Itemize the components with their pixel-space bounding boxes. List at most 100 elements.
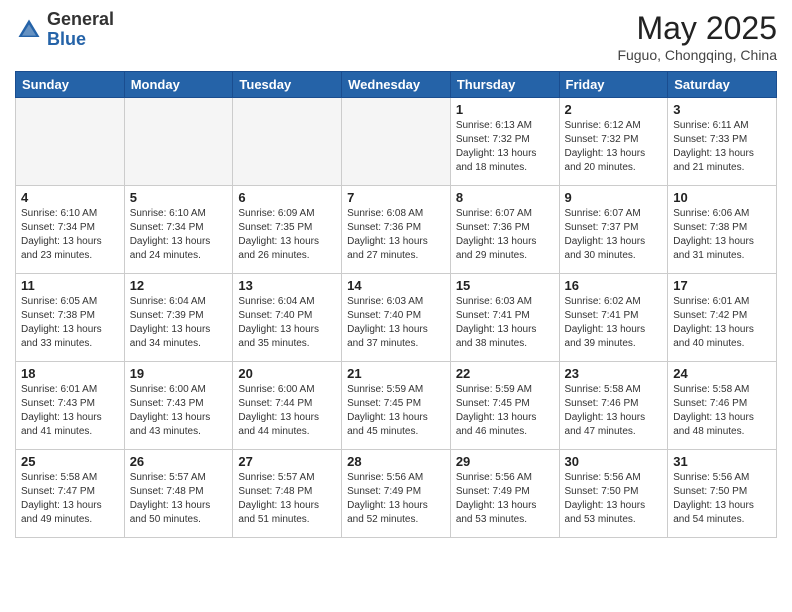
day-number: 23 <box>565 366 663 381</box>
day-cell: 30 Sunrise: 5:56 AMSunset: 7:50 PMDayligh… <box>559 450 668 538</box>
day-number: 12 <box>130 278 228 293</box>
logo-icon <box>15 16 43 44</box>
day-cell: 26 Sunrise: 5:57 AMSunset: 7:48 PMDayligh… <box>124 450 233 538</box>
day-cell: 21 Sunrise: 5:59 AMSunset: 7:45 PMDayligh… <box>342 362 451 450</box>
day-info: Sunrise: 5:56 AMSunset: 7:50 PMDaylight:… <box>673 471 771 527</box>
day-info: Sunrise: 6:12 AMSunset: 7:32 PMDaylight:… <box>565 119 663 175</box>
day-info: Sunrise: 5:58 AMSunset: 7:47 PMDaylight:… <box>21 471 119 527</box>
day-cell: 3 Sunrise: 6:11 AMSunset: 7:33 PMDaylight… <box>668 98 777 186</box>
day-info: Sunrise: 5:56 AMSunset: 7:49 PMDaylight:… <box>456 471 554 527</box>
day-info: Sunrise: 6:03 AMSunset: 7:41 PMDaylight:… <box>456 295 554 351</box>
day-number: 14 <box>347 278 445 293</box>
day-number: 11 <box>21 278 119 293</box>
day-number: 4 <box>21 190 119 205</box>
week-row-1: 1 Sunrise: 6:13 AMSunset: 7:32 PMDaylight… <box>16 98 777 186</box>
day-cell: 8 Sunrise: 6:07 AMSunset: 7:36 PMDaylight… <box>450 186 559 274</box>
day-cell: 31 Sunrise: 5:56 AMSunset: 7:50 PMDayligh… <box>668 450 777 538</box>
day-cell: 23 Sunrise: 5:58 AMSunset: 7:46 PMDayligh… <box>559 362 668 450</box>
day-info: Sunrise: 6:07 AMSunset: 7:36 PMDaylight:… <box>456 207 554 263</box>
day-number: 19 <box>130 366 228 381</box>
weekday-header-wednesday: Wednesday <box>342 72 451 98</box>
day-cell: 18 Sunrise: 6:01 AMSunset: 7:43 PMDayligh… <box>16 362 125 450</box>
day-info: Sunrise: 5:57 AMSunset: 7:48 PMDaylight:… <box>238 471 336 527</box>
day-cell: 27 Sunrise: 5:57 AMSunset: 7:48 PMDayligh… <box>233 450 342 538</box>
weekday-header-friday: Friday <box>559 72 668 98</box>
month-year: May 2025 <box>617 10 777 47</box>
day-cell: 7 Sunrise: 6:08 AMSunset: 7:36 PMDaylight… <box>342 186 451 274</box>
day-number: 10 <box>673 190 771 205</box>
week-row-2: 4 Sunrise: 6:10 AMSunset: 7:34 PMDaylight… <box>16 186 777 274</box>
day-cell: 12 Sunrise: 6:04 AMSunset: 7:39 PMDayligh… <box>124 274 233 362</box>
day-info: Sunrise: 5:56 AMSunset: 7:49 PMDaylight:… <box>347 471 445 527</box>
day-cell <box>233 98 342 186</box>
logo-general: General <box>47 9 114 29</box>
day-info: Sunrise: 5:57 AMSunset: 7:48 PMDaylight:… <box>130 471 228 527</box>
day-number: 20 <box>238 366 336 381</box>
day-cell: 4 Sunrise: 6:10 AMSunset: 7:34 PMDaylight… <box>16 186 125 274</box>
day-info: Sunrise: 6:11 AMSunset: 7:33 PMDaylight:… <box>673 119 771 175</box>
day-info: Sunrise: 6:00 AMSunset: 7:43 PMDaylight:… <box>130 383 228 439</box>
day-number: 3 <box>673 102 771 117</box>
week-row-3: 11Sunrise: 6:05 AMSunset: 7:38 PMDayligh… <box>16 274 777 362</box>
day-cell: 22Sunrise: 5:59 AMSunset: 7:45 PMDayligh… <box>450 362 559 450</box>
day-number: 7 <box>347 190 445 205</box>
day-number: 27 <box>238 454 336 469</box>
day-number: 16 <box>565 278 663 293</box>
day-cell: 19 Sunrise: 6:00 AMSunset: 7:43 PMDayligh… <box>124 362 233 450</box>
day-info: Sunrise: 5:58 AMSunset: 7:46 PMDaylight:… <box>673 383 771 439</box>
day-number: 17 <box>673 278 771 293</box>
day-info: Sunrise: 6:13 AMSunset: 7:32 PMDaylight:… <box>456 119 554 175</box>
location: Fuguo, Chongqing, China <box>617 47 777 63</box>
day-number: 30 <box>565 454 663 469</box>
day-cell: 29 Sunrise: 5:56 AMSunset: 7:49 PMDayligh… <box>450 450 559 538</box>
day-cell: 11Sunrise: 6:05 AMSunset: 7:38 PMDayligh… <box>16 274 125 362</box>
day-info: Sunrise: 6:07 AMSunset: 7:37 PMDaylight:… <box>565 207 663 263</box>
day-cell: 25 Sunrise: 5:58 AMSunset: 7:47 PMDayligh… <box>16 450 125 538</box>
day-info: Sunrise: 5:58 AMSunset: 7:46 PMDaylight:… <box>565 383 663 439</box>
day-info: Sunrise: 6:01 AMSunset: 7:43 PMDaylight:… <box>21 383 119 439</box>
day-number: 24 <box>673 366 771 381</box>
day-number: 13 <box>238 278 336 293</box>
logo: General Blue <box>15 10 114 50</box>
weekday-header-thursday: Thursday <box>450 72 559 98</box>
day-info: Sunrise: 6:02 AMSunset: 7:41 PMDaylight:… <box>565 295 663 351</box>
day-number: 2 <box>565 102 663 117</box>
day-number: 9 <box>565 190 663 205</box>
day-cell: 24 Sunrise: 5:58 AMSunset: 7:46 PMDayligh… <box>668 362 777 450</box>
day-cell: 5Sunrise: 6:10 AMSunset: 7:34 PMDaylight… <box>124 186 233 274</box>
day-number: 31 <box>673 454 771 469</box>
day-cell: 20 Sunrise: 6:00 AMSunset: 7:44 PMDayligh… <box>233 362 342 450</box>
day-number: 29 <box>456 454 554 469</box>
day-cell: 17Sunrise: 6:01 AMSunset: 7:42 PMDayligh… <box>668 274 777 362</box>
title-block: May 2025 Fuguo, Chongqing, China <box>617 10 777 63</box>
day-info: Sunrise: 6:08 AMSunset: 7:36 PMDaylight:… <box>347 207 445 263</box>
day-number: 18 <box>21 366 119 381</box>
week-row-5: 25 Sunrise: 5:58 AMSunset: 7:47 PMDayligh… <box>16 450 777 538</box>
day-info: Sunrise: 6:10 AMSunset: 7:34 PMDaylight:… <box>21 207 119 263</box>
day-number: 8 <box>456 190 554 205</box>
day-number: 1 <box>456 102 554 117</box>
day-info: Sunrise: 5:56 AMSunset: 7:50 PMDaylight:… <box>565 471 663 527</box>
day-info: Sunrise: 6:04 AMSunset: 7:39 PMDaylight:… <box>130 295 228 351</box>
day-info: Sunrise: 6:04 AMSunset: 7:40 PMDaylight:… <box>238 295 336 351</box>
day-info: Sunrise: 6:00 AMSunset: 7:44 PMDaylight:… <box>238 383 336 439</box>
day-number: 25 <box>21 454 119 469</box>
page-header: General Blue May 2025 Fuguo, Chongqing, … <box>15 10 777 63</box>
day-cell: 15 Sunrise: 6:03 AMSunset: 7:41 PMDayligh… <box>450 274 559 362</box>
day-info: Sunrise: 6:09 AMSunset: 7:35 PMDaylight:… <box>238 207 336 263</box>
day-cell: 10Sunrise: 6:06 AMSunset: 7:38 PMDayligh… <box>668 186 777 274</box>
logo-blue: Blue <box>47 29 86 49</box>
day-number: 21 <box>347 366 445 381</box>
day-cell: 13 Sunrise: 6:04 AMSunset: 7:40 PMDayligh… <box>233 274 342 362</box>
week-row-4: 18 Sunrise: 6:01 AMSunset: 7:43 PMDayligh… <box>16 362 777 450</box>
day-number: 22 <box>456 366 554 381</box>
day-cell: 14 Sunrise: 6:03 AMSunset: 7:40 PMDayligh… <box>342 274 451 362</box>
day-number: 15 <box>456 278 554 293</box>
day-number: 26 <box>130 454 228 469</box>
day-info: Sunrise: 6:03 AMSunset: 7:40 PMDaylight:… <box>347 295 445 351</box>
day-info: Sunrise: 5:59 AMSunset: 7:45 PMDaylight:… <box>347 383 445 439</box>
weekday-header-monday: Monday <box>124 72 233 98</box>
day-cell: 1 Sunrise: 6:13 AMSunset: 7:32 PMDaylight… <box>450 98 559 186</box>
weekday-header-sunday: Sunday <box>16 72 125 98</box>
day-number: 28 <box>347 454 445 469</box>
